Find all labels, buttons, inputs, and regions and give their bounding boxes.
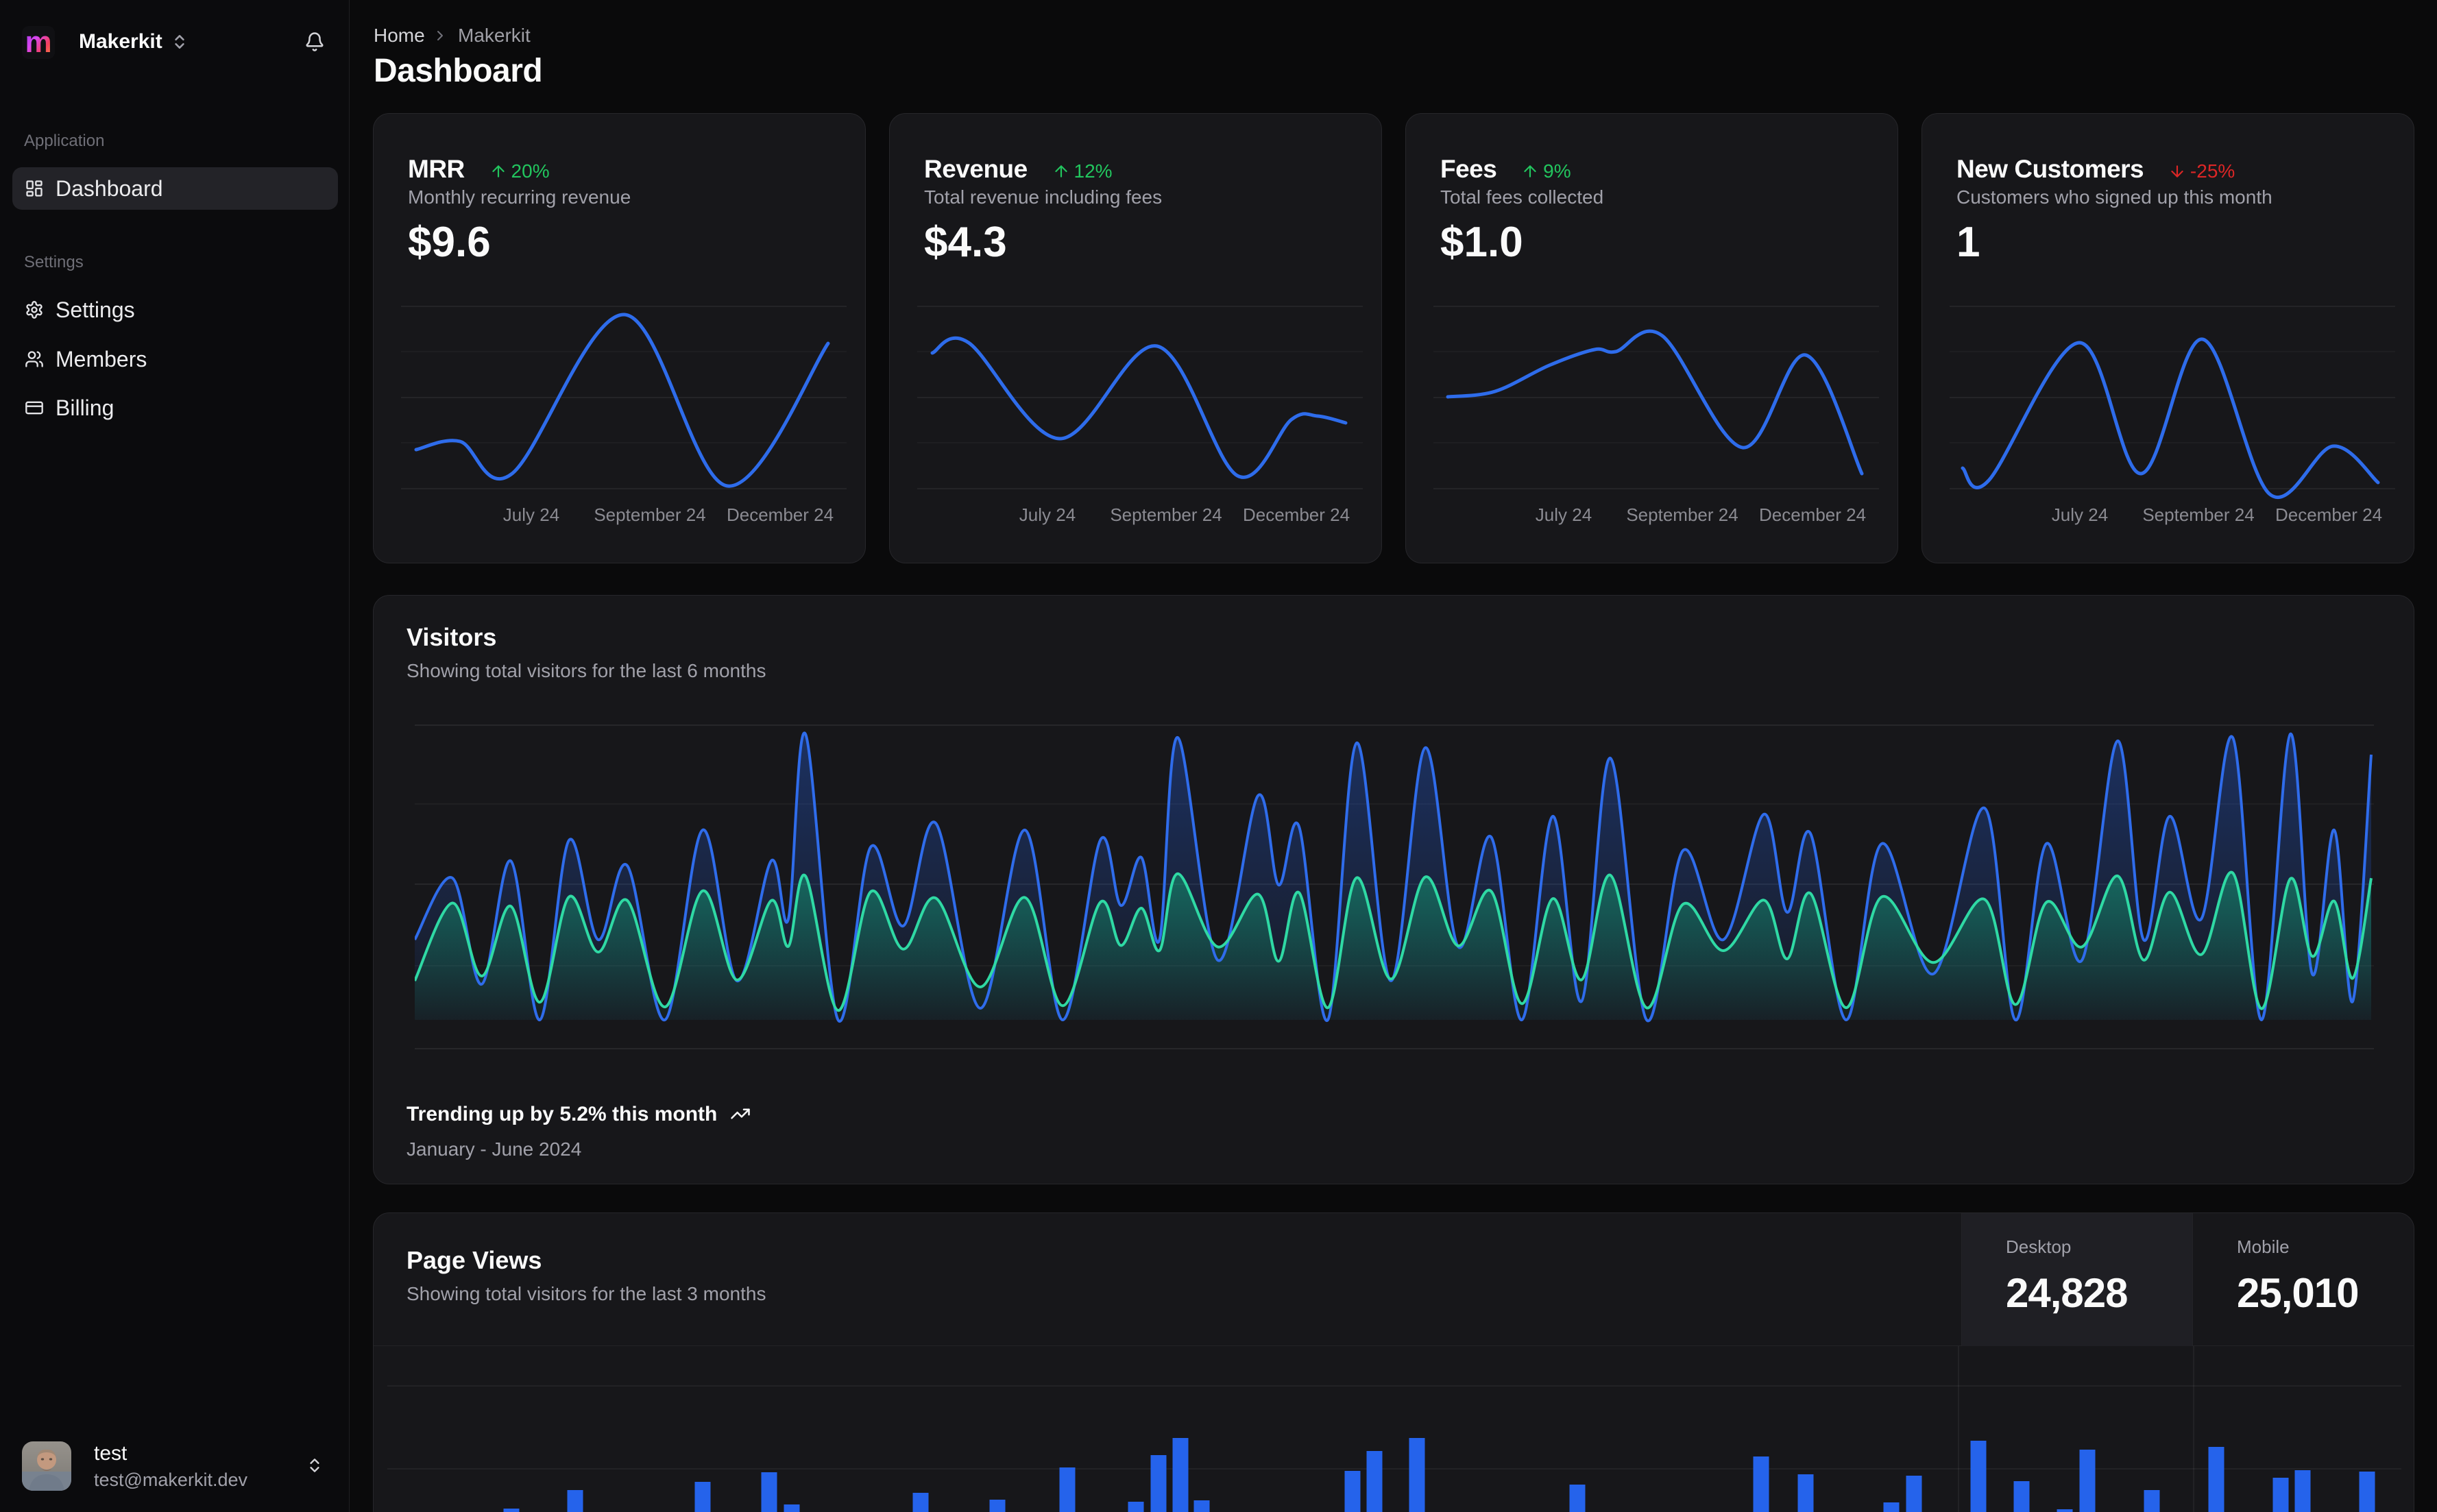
svg-text:m: m — [25, 26, 51, 59]
